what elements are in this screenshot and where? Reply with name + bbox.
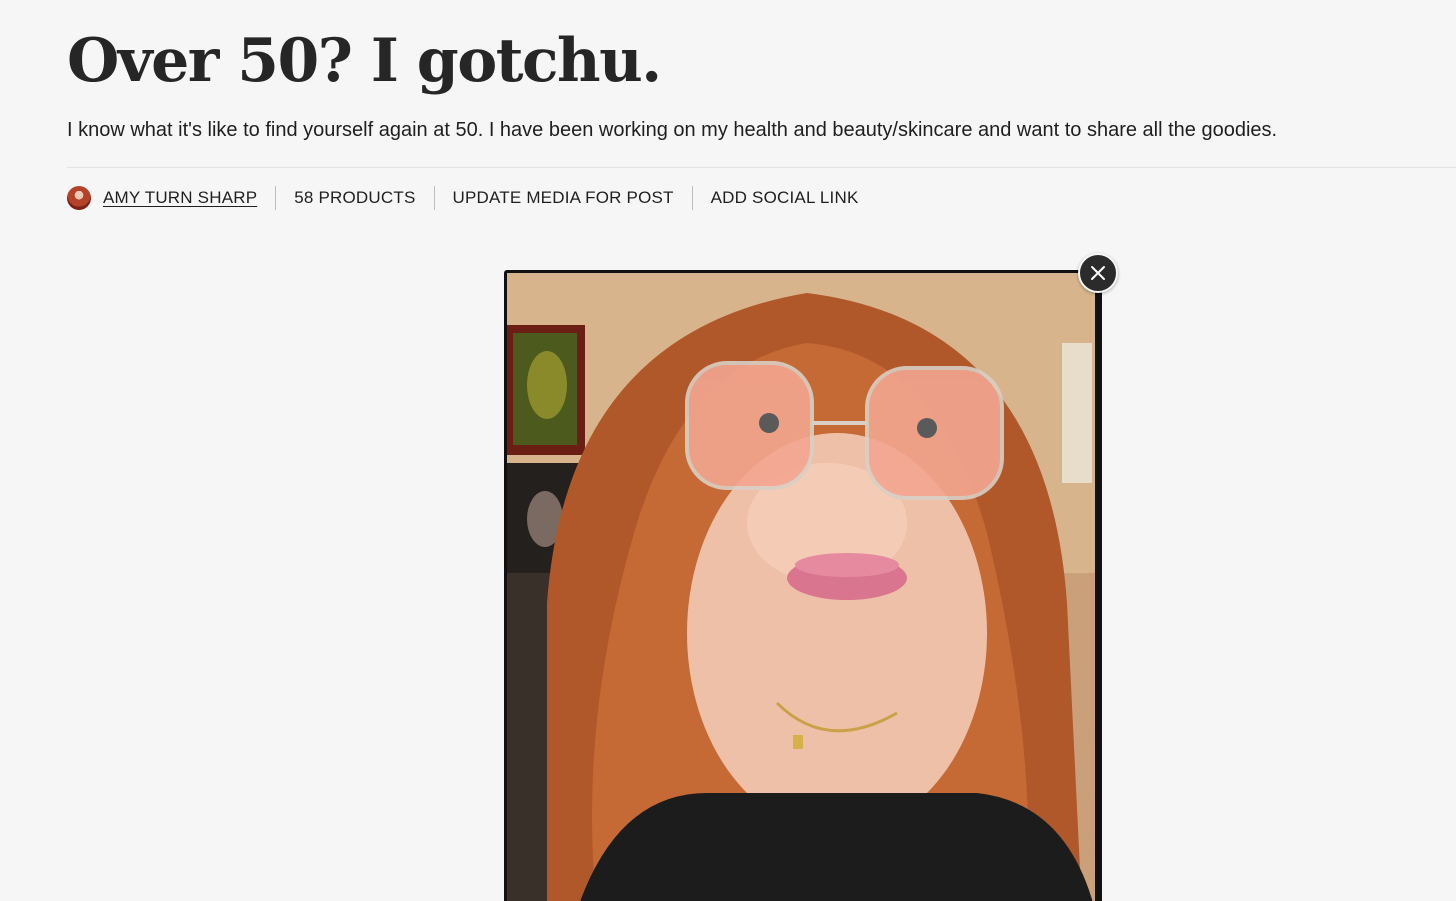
avatar[interactable] xyxy=(67,186,91,210)
post-media[interactable] xyxy=(504,270,1102,901)
divider xyxy=(67,167,1456,168)
add-social-link-button[interactable]: ADD SOCIAL LINK xyxy=(711,188,859,208)
portrait-photo xyxy=(507,273,1095,901)
page: Over 50? I gotchu. I know what it's like… xyxy=(0,0,1456,901)
update-media-button[interactable]: UPDATE MEDIA FOR POST xyxy=(453,188,674,208)
post-image xyxy=(507,273,1095,901)
page-description: I know what it's like to find yourself a… xyxy=(67,119,1278,141)
separator xyxy=(691,186,693,210)
separator xyxy=(433,186,435,210)
page-title: Over 50? I gotchu. xyxy=(67,26,662,96)
close-media-button[interactable] xyxy=(1078,253,1118,293)
author-link[interactable]: AMY TURN SHARP xyxy=(103,188,257,208)
post-meta-bar: AMY TURN SHARP 58 PRODUCTS UPDATE MEDIA … xyxy=(67,185,859,211)
products-count-link[interactable]: 58 PRODUCTS xyxy=(294,188,415,208)
close-icon xyxy=(1091,266,1105,280)
separator xyxy=(275,186,277,210)
